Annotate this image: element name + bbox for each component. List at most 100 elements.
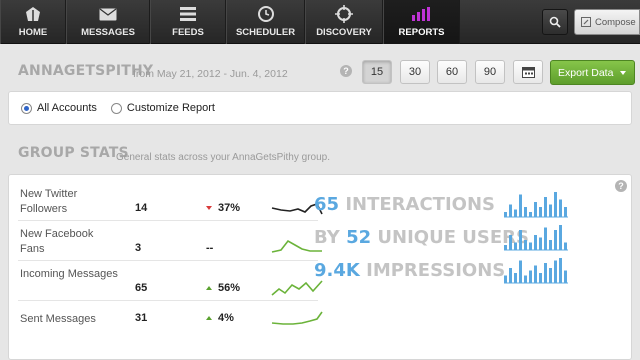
- radio-selected-icon: [21, 102, 32, 114]
- nav-discovery-label: DISCOVERY: [316, 27, 372, 38]
- stat-change-value: 4%: [218, 312, 234, 324]
- stat-label: New Facebook Fans: [20, 228, 94, 255]
- stat-prefix: BY: [314, 227, 340, 248]
- bar: [564, 270, 567, 283]
- radio-empty-icon: [110, 102, 122, 114]
- export-data-button[interactable]: Export Data: [550, 60, 635, 85]
- bar: [539, 237, 542, 250]
- date-range: from May 21, 2012 - Jun. 4, 2012: [133, 68, 288, 80]
- bar-chart: [504, 225, 568, 251]
- chevron-down-icon: [620, 70, 627, 75]
- bar: [554, 260, 557, 283]
- calendar-button[interactable]: [513, 60, 543, 84]
- bar: [514, 242, 517, 250]
- bar: [539, 273, 542, 283]
- bar: [559, 225, 562, 250]
- bar-chart: [504, 258, 568, 284]
- bar: [564, 242, 567, 250]
- stat-change: --: [206, 242, 213, 254]
- stat-change: 56%: [206, 282, 240, 294]
- stat-value: 14: [135, 202, 148, 214]
- nav-discovery[interactable]: DISCOVERY: [305, 0, 383, 44]
- calendar-icon: [521, 67, 535, 78]
- bar: [529, 212, 532, 217]
- bar: [534, 235, 537, 250]
- nav-scheduler[interactable]: SCHEDULER: [226, 0, 305, 44]
- stat-label: Incoming Messages: [20, 268, 118, 280]
- bar: [539, 207, 542, 217]
- period-15-button[interactable]: 15: [362, 60, 392, 84]
- stat-label: New Twitter Followers: [20, 188, 78, 215]
- stat-value: 65: [135, 282, 148, 294]
- stat-number: 9.4K: [314, 260, 360, 281]
- bar: [549, 268, 552, 283]
- trend-up-icon: [206, 286, 212, 290]
- stat-number: 52: [346, 227, 372, 248]
- bar: [514, 273, 517, 283]
- stat-row-facebook: New Facebook Fans 3 --: [18, 221, 322, 261]
- help-icon[interactable]: ?: [340, 65, 352, 77]
- all-accounts-radio[interactable]: All Accounts: [21, 102, 97, 114]
- compose-button[interactable]: Compose: [574, 9, 640, 35]
- stat-label: Sent Messages: [20, 313, 96, 325]
- bar: [559, 199, 562, 217]
- stat-row-twitter: New Twitter Followers 14 37%: [18, 181, 323, 221]
- stat-change: 4%: [206, 312, 234, 324]
- period-90-button[interactable]: 90: [475, 60, 505, 84]
- stat-change-value: 56%: [218, 282, 241, 294]
- interactions-stat: 65 INTERACTIONS: [314, 194, 495, 222]
- stat-number: 65: [314, 194, 340, 215]
- nav-feeds-label: FEEDS: [172, 27, 204, 38]
- bar: [554, 192, 557, 217]
- export-data-label: Export Data: [558, 66, 614, 79]
- bar: [549, 240, 552, 250]
- bar: [564, 207, 567, 217]
- bar: [544, 227, 547, 250]
- bar: [554, 230, 557, 250]
- nav-home[interactable]: HOME: [0, 0, 66, 44]
- search-button[interactable]: [542, 9, 568, 35]
- bar: [504, 275, 507, 283]
- nav-reports[interactable]: REPORTS: [383, 0, 460, 44]
- bar-chart-icon: [411, 4, 432, 24]
- stat-text: IMPRESSIONS: [366, 260, 506, 281]
- period-30-button[interactable]: 30: [400, 60, 430, 84]
- nav-feeds[interactable]: FEEDS: [150, 0, 226, 44]
- nav-scheduler-label: SCHEDULER: [235, 27, 296, 38]
- period-60-button[interactable]: 60: [437, 60, 467, 84]
- bar: [519, 260, 522, 283]
- bar: [534, 265, 537, 283]
- compose-icon: [581, 17, 591, 27]
- trend-up-icon: [206, 316, 212, 320]
- stat-value: 3: [135, 242, 142, 254]
- bar: [534, 202, 537, 217]
- clock-icon: [257, 4, 274, 24]
- envelope-icon: [99, 4, 117, 24]
- group-stats-subtitle: General stats across your AnnaGetsPithy …: [116, 152, 330, 163]
- crosshair-icon: [335, 4, 353, 24]
- bar: [529, 270, 532, 283]
- report-header: ANNAGETSPITHY from May 21, 2012 - Jun. 4…: [0, 45, 640, 91]
- group-stats-title: GROUP STATS: [18, 145, 129, 161]
- bar: [544, 263, 547, 283]
- stat-change-value: --: [206, 242, 214, 254]
- all-accounts-label: All Accounts: [37, 102, 97, 114]
- feeds-icon: [180, 4, 196, 24]
- bar: [529, 242, 532, 250]
- bar: [519, 230, 522, 250]
- customize-report-radio[interactable]: Customize Report: [110, 102, 215, 114]
- stat-row-incoming: Incoming Messages 65 56%: [18, 261, 323, 301]
- nav-home-label: HOME: [18, 27, 48, 38]
- nav-reports-label: REPORTS: [398, 27, 445, 38]
- bar: [509, 204, 512, 217]
- stat-value: 31: [135, 312, 148, 324]
- bar: [514, 209, 517, 217]
- sparkline: [271, 311, 323, 325]
- stat-change: 37%: [206, 202, 240, 214]
- bar-chart: [504, 192, 568, 218]
- bar: [509, 235, 512, 250]
- nav-messages[interactable]: MESSAGES: [66, 0, 150, 44]
- account-selector: All Accounts Customize Report: [8, 91, 632, 125]
- help-icon[interactable]: ?: [615, 180, 627, 192]
